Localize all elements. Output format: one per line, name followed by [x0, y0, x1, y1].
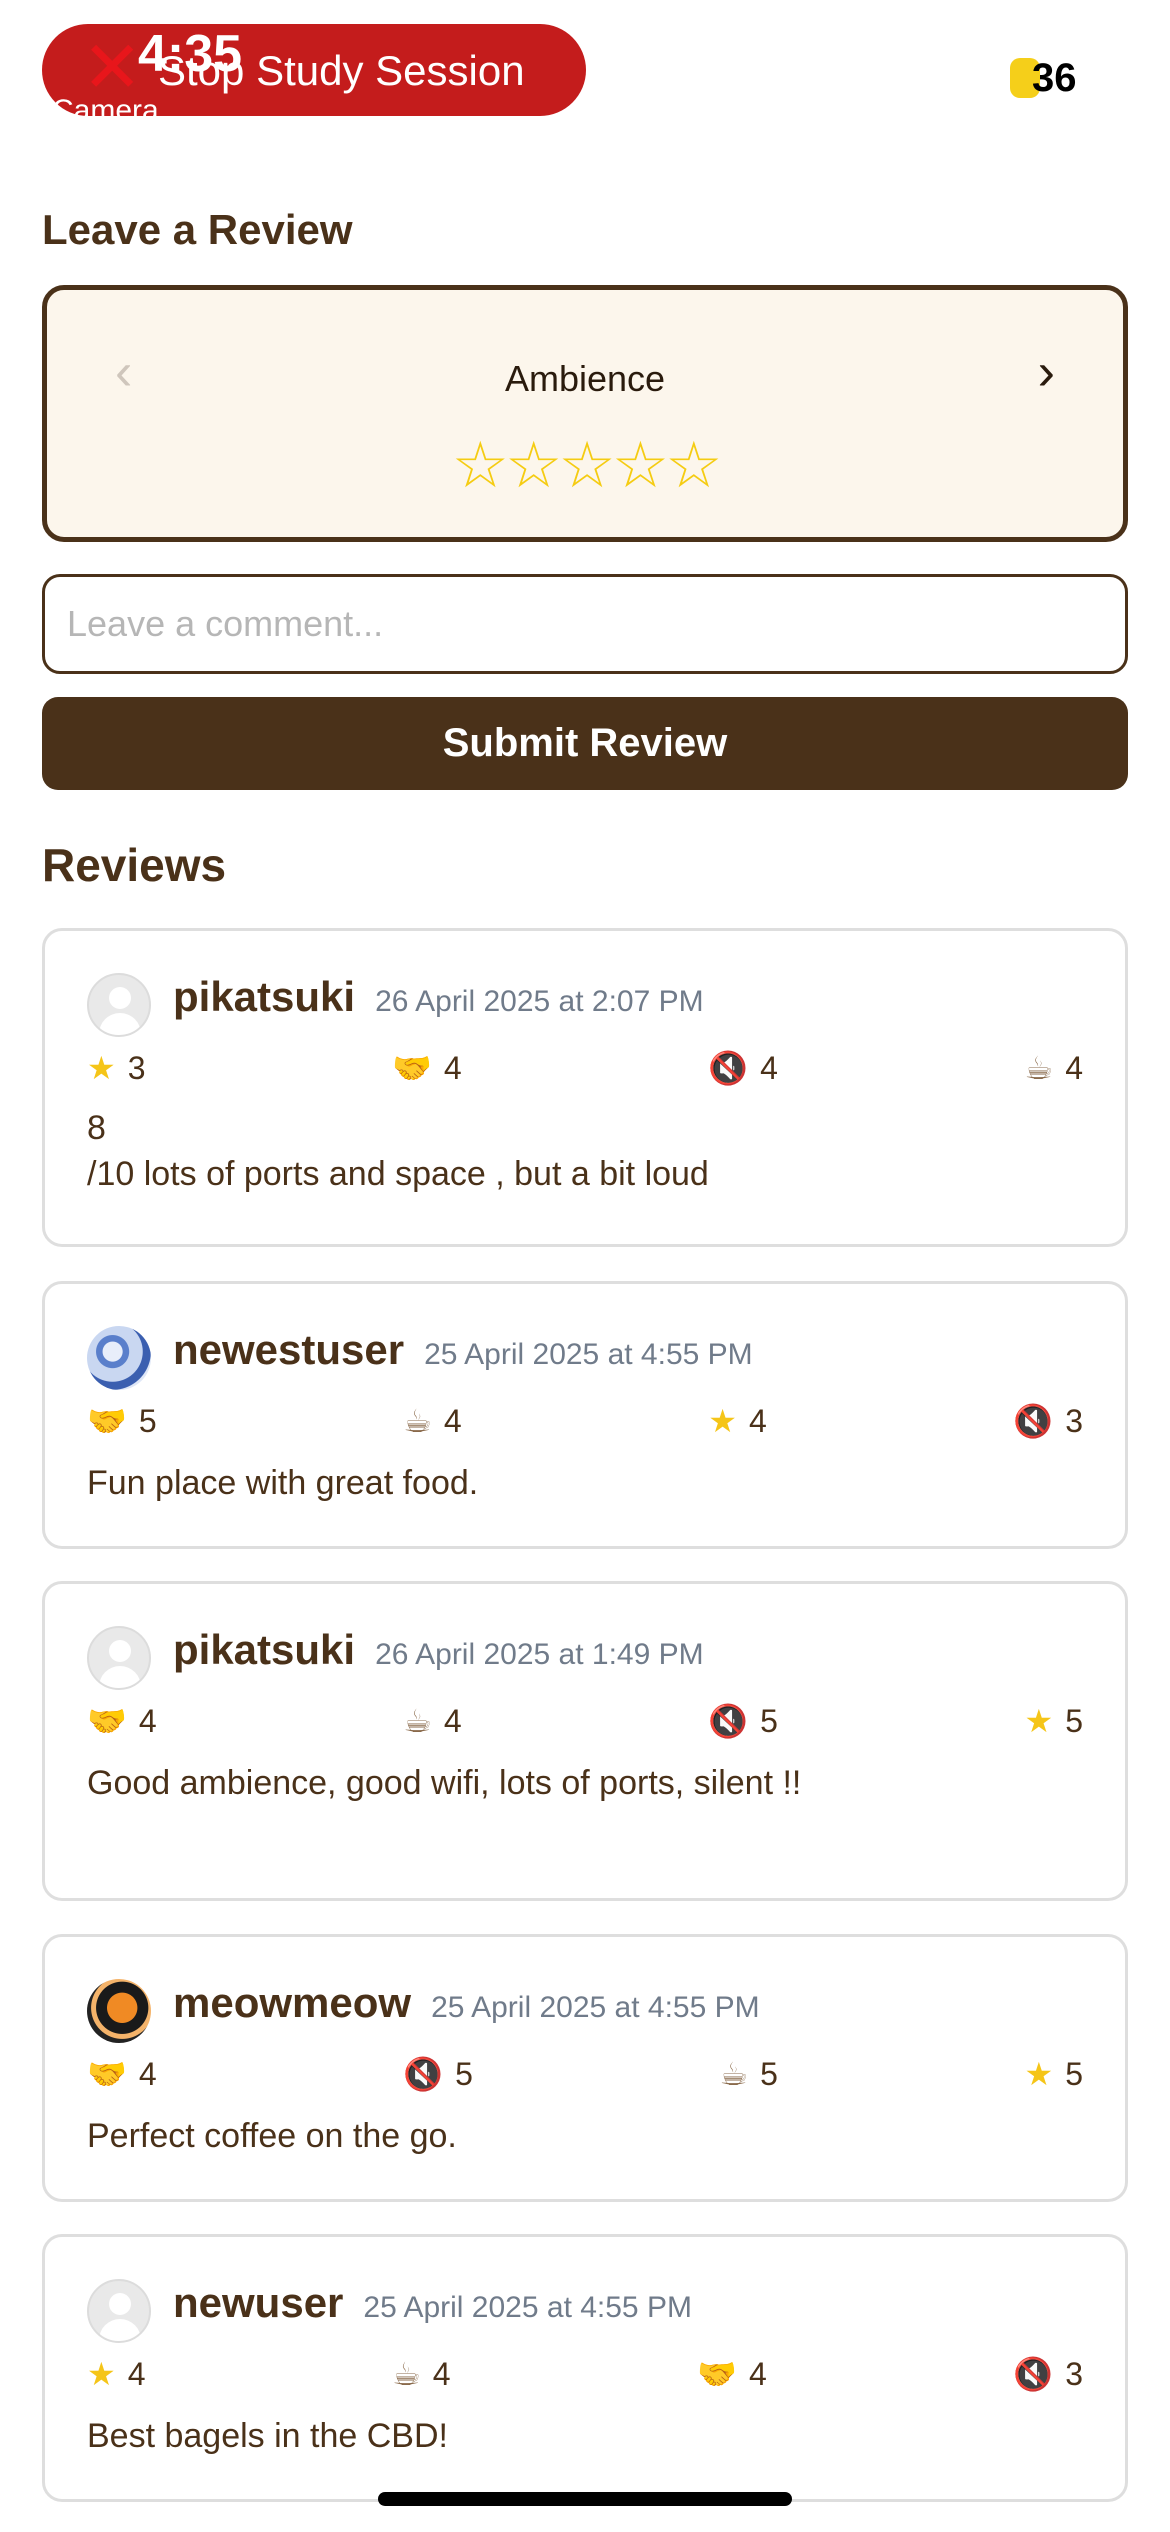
rating-item: ★ 5: [1024, 1703, 1083, 1739]
avatar: [87, 1979, 151, 2043]
comment-input[interactable]: [42, 574, 1128, 674]
star-icon: ★: [708, 1403, 737, 1439]
review-comment: Fun place with great food.: [87, 1464, 479, 1502]
quiet-icon: 🔇: [1013, 2356, 1054, 2392]
handshake-icon: 🤝: [392, 1050, 432, 1086]
review-author: pikatsuki 26 April 2025 at 1:49 PM: [173, 1626, 704, 1673]
rating-category-card: ‹ Ambience › ☆☆☆☆☆: [42, 285, 1128, 542]
review-card: newestuser 25 April 2025 at 4:55 PM 🤝 5 ☕ 4…: [42, 1281, 1128, 1549]
rating-item: ☕ 4: [392, 2356, 451, 2392]
leave-review-title: Leave a Review: [42, 206, 353, 253]
battery-indicator: 36: [1010, 55, 1077, 100]
review-comment: 8 /10 lots of ports and space , but a bi…: [87, 1109, 709, 1193]
rating-item: 🤝 5: [87, 1403, 157, 1439]
avatar: [87, 973, 151, 1037]
review-timestamp: 25 April 2025 at 4:55 PM: [424, 1338, 753, 1371]
star-icon: ★: [87, 1050, 116, 1086]
rating-item: 🤝 4: [87, 1703, 157, 1739]
quiet-icon: 🔇: [708, 1050, 749, 1086]
quiet-icon: 🔇: [1013, 1403, 1054, 1439]
handshake-icon: 🤝: [87, 1703, 127, 1739]
star-rating-input[interactable]: ☆☆☆☆☆: [47, 430, 1123, 500]
rating-item: ★ 4: [708, 1403, 767, 1439]
handshake-icon: 🤝: [87, 2056, 127, 2092]
review-ratings: 🤝 4 ☕ 4 🔇 5 ★ 5: [87, 1702, 1083, 1742]
rating-item: ☕ 4: [403, 1403, 462, 1439]
rating-item: ★ 3: [87, 1050, 146, 1086]
coffee-icon: ☕: [719, 2056, 749, 2092]
handshake-icon: 🤝: [87, 1403, 127, 1439]
review-author: newestuser 25 April 2025 at 4:55 PM: [173, 1326, 753, 1373]
review-author: newuser 25 April 2025 at 4:55 PM: [173, 2279, 692, 2326]
review-comment: Perfect coffee on the go.: [87, 2117, 457, 2155]
review-card: meowmeow 25 April 2025 at 4:55 PM 🤝 4 🔇 5 ☕…: [42, 1934, 1128, 2202]
chevron-right-icon[interactable]: ›: [1038, 342, 1055, 402]
review-timestamp: 26 April 2025 at 1:49 PM: [375, 1638, 704, 1671]
handshake-icon: 🤝: [697, 2356, 737, 2392]
rating-category-label: Ambience: [504, 358, 666, 399]
rating-item: ★ 4: [87, 2356, 146, 2392]
review-timestamp: 25 April 2025 at 4:55 PM: [363, 2291, 692, 2324]
rating-item: 🤝 4: [87, 2056, 157, 2092]
camera-hint: Camera: [52, 94, 159, 127]
review-ratings: 🤝 5 ☕ 4 ★ 4 🔇 3: [87, 1402, 1083, 1442]
status-time: 4:35: [138, 25, 243, 83]
rating-item: 🤝 4: [392, 1050, 462, 1086]
rating-item: 🤝 4: [697, 2356, 767, 2392]
rating-item: ☕ 4: [1024, 1050, 1083, 1086]
star-icon: ★: [1024, 2056, 1054, 2092]
coffee-icon: ☕: [1024, 1050, 1054, 1086]
rating-item: ☕ 4: [403, 1703, 462, 1739]
review-ratings: ★ 3 🤝 4 🔇 4 ☕ 4: [87, 1049, 1083, 1089]
submit-review-button[interactable]: Submit Review: [42, 697, 1128, 790]
home-indicator[interactable]: [378, 2492, 792, 2506]
avatar: [87, 1626, 151, 1690]
rating-item: ☕ 5: [719, 2056, 778, 2092]
rating-item: 🔇 3: [1013, 2356, 1083, 2392]
review-ratings: ★ 4 ☕ 4 🤝 4 🔇 3: [87, 2355, 1083, 2395]
review-author: meowmeow 25 April 2025 at 4:55 PM: [173, 1979, 760, 2026]
review-comment: Best bagels in the CBD!: [87, 2417, 448, 2455]
review-card: pikatsuki 26 April 2025 at 2:07 PM ★ 3 🤝 4 …: [42, 928, 1128, 1247]
avatar: [87, 2279, 151, 2343]
review-ratings: 🤝 4 🔇 5 ☕ 5 ★ 5: [87, 2055, 1083, 2095]
quiet-icon: 🔇: [708, 1703, 749, 1739]
review-card: pikatsuki 26 April 2025 at 1:49 PM 🤝 4 ☕ 4 …: [42, 1581, 1128, 1901]
close-icon: ✕: [82, 28, 143, 108]
review-comment: Good ambience, good wifi, lots of ports,…: [87, 1764, 802, 1802]
review-timestamp: 26 April 2025 at 2:07 PM: [375, 985, 704, 1018]
rating-item: 🔇 4: [708, 1050, 778, 1086]
avatar: [87, 1326, 151, 1390]
rating-item: 🔇 5: [708, 1703, 778, 1739]
coffee-icon: ☕: [403, 1403, 432, 1439]
star-icon: ★: [87, 2356, 116, 2392]
star-icon: ★: [1024, 1703, 1054, 1739]
quiet-icon: 🔇: [403, 2056, 444, 2092]
review-timestamp: 25 April 2025 at 4:55 PM: [431, 1991, 760, 2024]
coffee-icon: ☕: [392, 2356, 421, 2392]
review-card: newuser 25 April 2025 at 4:55 PM ★ 4 ☕ 4 🤝 4…: [42, 2234, 1128, 2502]
reviews-title: Reviews: [42, 839, 227, 891]
battery-level: 36: [1032, 55, 1077, 100]
rating-item: 🔇 5: [403, 2056, 473, 2092]
review-author: pikatsuki 26 April 2025 at 2:07 PM: [173, 973, 704, 1020]
rating-item: 🔇 3: [1013, 1403, 1083, 1439]
rating-item: ★ 5: [1024, 2056, 1083, 2092]
coffee-icon: ☕: [403, 1703, 432, 1739]
